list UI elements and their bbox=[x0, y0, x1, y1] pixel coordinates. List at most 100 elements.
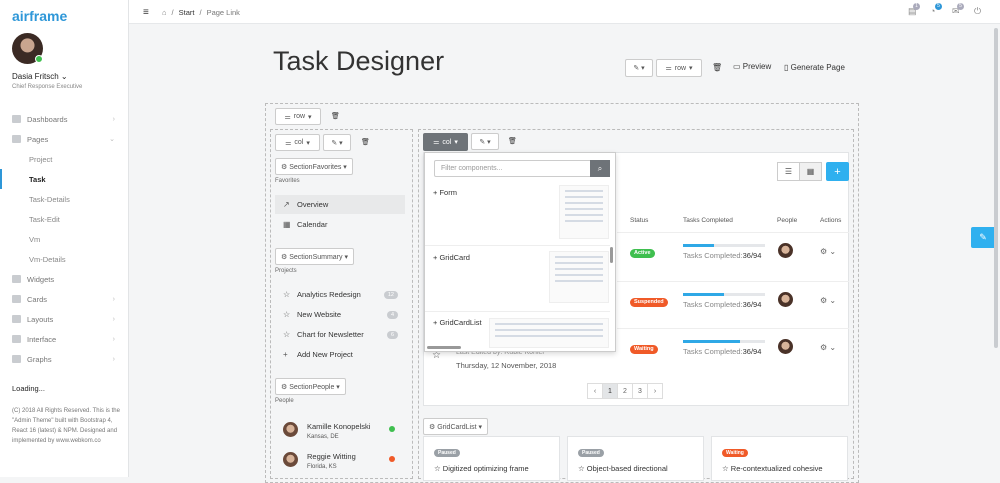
grid-card[interactable]: Paused ☆ Digitized optimizing frame bbox=[423, 436, 560, 481]
avatar[interactable] bbox=[778, 292, 793, 307]
project-item[interactable]: ☆ Chart for Newsletter 6 bbox=[283, 325, 398, 344]
generate-label: Generate Page bbox=[790, 63, 845, 72]
pagination-page[interactable]: 3 bbox=[632, 383, 648, 399]
grid-card[interactable]: Paused ☆ Object-based directional bbox=[567, 436, 704, 481]
favorite-item-calendar[interactable]: ▦ Calendar bbox=[275, 215, 405, 234]
power-icon[interactable]: ⏻ bbox=[974, 6, 984, 16]
section-favorites-button[interactable]: ⚙ SectionFavorites ▾ bbox=[275, 158, 353, 175]
row-dropdown-button[interactable]: ⚌ row ▾ bbox=[656, 59, 702, 77]
gear-icon[interactable]: ⚙ ⌄ bbox=[820, 247, 836, 256]
sidebar-subitem-task-details[interactable]: Task-Details bbox=[0, 189, 129, 209]
avatar[interactable] bbox=[778, 243, 793, 258]
chevron-right-icon: › bbox=[112, 355, 115, 363]
messages-icon[interactable]: ✉ 5 bbox=[952, 3, 964, 16]
trash-icon[interactable]: 🗑 bbox=[508, 137, 517, 145]
sidebar-subitem-project[interactable]: Project bbox=[0, 149, 129, 169]
edit-dropdown-button[interactable]: ✎ ▾ bbox=[323, 134, 351, 151]
projects-label: Projects bbox=[275, 268, 297, 274]
activity-icon[interactable]: ▤ 1 bbox=[908, 3, 920, 16]
sliders-icon: ⚌ bbox=[284, 113, 291, 121]
progress-fill bbox=[683, 340, 741, 343]
pagination-page[interactable]: 1 bbox=[602, 383, 618, 399]
pagination-page[interactable]: 2 bbox=[617, 383, 633, 399]
add-task-button[interactable]: + bbox=[826, 162, 849, 181]
breadcrumb-start[interactable]: Start bbox=[179, 8, 195, 17]
filter-components-input[interactable]: Filter components... ⌕ bbox=[434, 160, 610, 177]
project-item[interactable]: ☆ Analytics Redesign 12 bbox=[283, 285, 398, 304]
sidebar-subitem-task-edit[interactable]: Task-Edit bbox=[0, 209, 129, 229]
chevron-right-icon: › bbox=[112, 335, 115, 343]
sidebar-item-dashboards[interactable]: Dashboards › bbox=[0, 109, 129, 129]
star-icon: ☆ bbox=[283, 290, 291, 299]
caret-down-icon: ▾ bbox=[308, 113, 312, 121]
col-dropdown-button[interactable]: ⚌ col ▾ bbox=[275, 134, 320, 151]
home-icon[interactable]: ⌂ bbox=[162, 8, 167, 17]
person-item[interactable]: Kamille Konopelski Kansas, DE bbox=[283, 420, 398, 448]
progress-bar bbox=[683, 293, 765, 296]
tasks-completed: Tasks Completed:36/94 bbox=[683, 251, 761, 260]
sidebar-subitem-task[interactable]: Task bbox=[0, 169, 129, 189]
edit-dropdown-button[interactable]: ✎ ▾ bbox=[625, 59, 653, 77]
sidebar-item-pages[interactable]: Pages ⌄ bbox=[0, 129, 129, 149]
loading-text: Loading... bbox=[12, 384, 45, 393]
user-name-dropdown[interactable]: Dasia Fritsch ⌄ bbox=[12, 72, 68, 81]
project-item[interactable]: ☆ New Website 4 bbox=[283, 305, 398, 324]
sidebar-item-label: Widgets bbox=[27, 274, 55, 284]
avatar[interactable] bbox=[12, 33, 43, 64]
section-summary-button[interactable]: ⚙ SectionSummary ▾ bbox=[275, 248, 354, 265]
favorites-label: Favorites bbox=[275, 178, 300, 184]
menu-icon[interactable]: ≡ bbox=[143, 7, 149, 18]
customize-theme-button[interactable]: ✎ bbox=[971, 227, 995, 248]
add-new-project-button[interactable]: + Add New Project bbox=[283, 345, 398, 364]
sidebar-subitem-vm[interactable]: Vm bbox=[0, 229, 129, 249]
form-preview-thumbnail bbox=[559, 185, 609, 239]
list-icon: ☰ bbox=[784, 167, 793, 176]
section-people-button[interactable]: ⚙ SectionPeople ▾ bbox=[275, 378, 346, 395]
search-icon[interactable]: ⌕ bbox=[590, 160, 610, 177]
edit-dropdown-button[interactable]: ✎ ▾ bbox=[471, 133, 499, 150]
sidebar-item-layouts[interactable]: Layouts › bbox=[0, 309, 129, 329]
bell-icon[interactable]: ◔ 5 bbox=[930, 3, 942, 16]
status-badge: Suspended bbox=[630, 298, 668, 307]
avatar[interactable] bbox=[778, 339, 793, 354]
pagination-next[interactable]: › bbox=[647, 383, 663, 399]
component-item-gridcard[interactable]: + GridCard bbox=[433, 253, 470, 262]
sidebar: airframe Dasia Fritsch ⌄ Chief Response … bbox=[0, 0, 129, 477]
grid-view-button[interactable]: ▦ bbox=[799, 162, 822, 181]
trash-icon[interactable]: 🗑 bbox=[331, 112, 340, 120]
list-view-button[interactable]: ☰ bbox=[777, 162, 800, 181]
sidebar-item-widgets[interactable]: Widgets bbox=[0, 269, 129, 289]
person-item[interactable]: Reggie Witting Florida, KS bbox=[283, 450, 398, 478]
count-badge: 12 bbox=[383, 290, 398, 299]
favorite-item-overview[interactable]: ↗ Overview bbox=[275, 195, 405, 214]
pagination-prev[interactable]: ‹ bbox=[587, 383, 603, 399]
person-location: Kansas, DE bbox=[307, 434, 339, 440]
gear-icon[interactable]: ⚙ ⌄ bbox=[820, 296, 836, 305]
trash-icon[interactable]: 🗑 bbox=[712, 63, 722, 72]
sidebar-subitem-vm-details[interactable]: Vm-Details bbox=[0, 249, 129, 269]
row-dropdown-button[interactable]: ⚌ row ▾ bbox=[275, 108, 321, 125]
gear-icon[interactable]: ⚙ ⌄ bbox=[820, 343, 836, 352]
breadcrumb-page-link: Page Link bbox=[206, 8, 240, 17]
col-dropdown-button-active[interactable]: ⚌ col ▾ bbox=[423, 133, 468, 151]
column-header-status: Status bbox=[630, 217, 649, 224]
count-badge: 4 bbox=[386, 310, 398, 319]
sidebar-item-cards[interactable]: Cards › bbox=[0, 289, 129, 309]
sidebar-item-interface[interactable]: Interface › bbox=[0, 329, 129, 349]
grid-card[interactable]: Waiting ☆ Re-contextualized cohesive bbox=[711, 436, 848, 481]
component-item-form[interactable]: + Form bbox=[433, 188, 457, 197]
scrollbar-vertical[interactable] bbox=[610, 247, 613, 263]
component-item-gridcardlist[interactable]: + GridCardList bbox=[433, 318, 482, 327]
trash-icon[interactable]: 🗑 bbox=[361, 138, 370, 146]
app-logo[interactable]: airframe bbox=[12, 8, 67, 24]
scrollbar-horizontal[interactable] bbox=[427, 346, 461, 349]
sidebar-item-graphs[interactable]: Graphs › bbox=[0, 349, 129, 369]
tasks-completed-value: 36/94 bbox=[742, 347, 762, 356]
page-scrollbar[interactable] bbox=[994, 28, 998, 348]
generate-page-button[interactable]: ▯ Generate Page bbox=[784, 63, 845, 72]
section-gridcardlist-button[interactable]: ⚙ GridCardList ▾ bbox=[423, 418, 488, 435]
preview-button[interactable]: ▭ Preview bbox=[733, 62, 771, 71]
preview-icon: ▭ bbox=[733, 62, 743, 71]
favorite-label: Calendar bbox=[297, 220, 328, 229]
online-status-dot bbox=[35, 55, 43, 63]
